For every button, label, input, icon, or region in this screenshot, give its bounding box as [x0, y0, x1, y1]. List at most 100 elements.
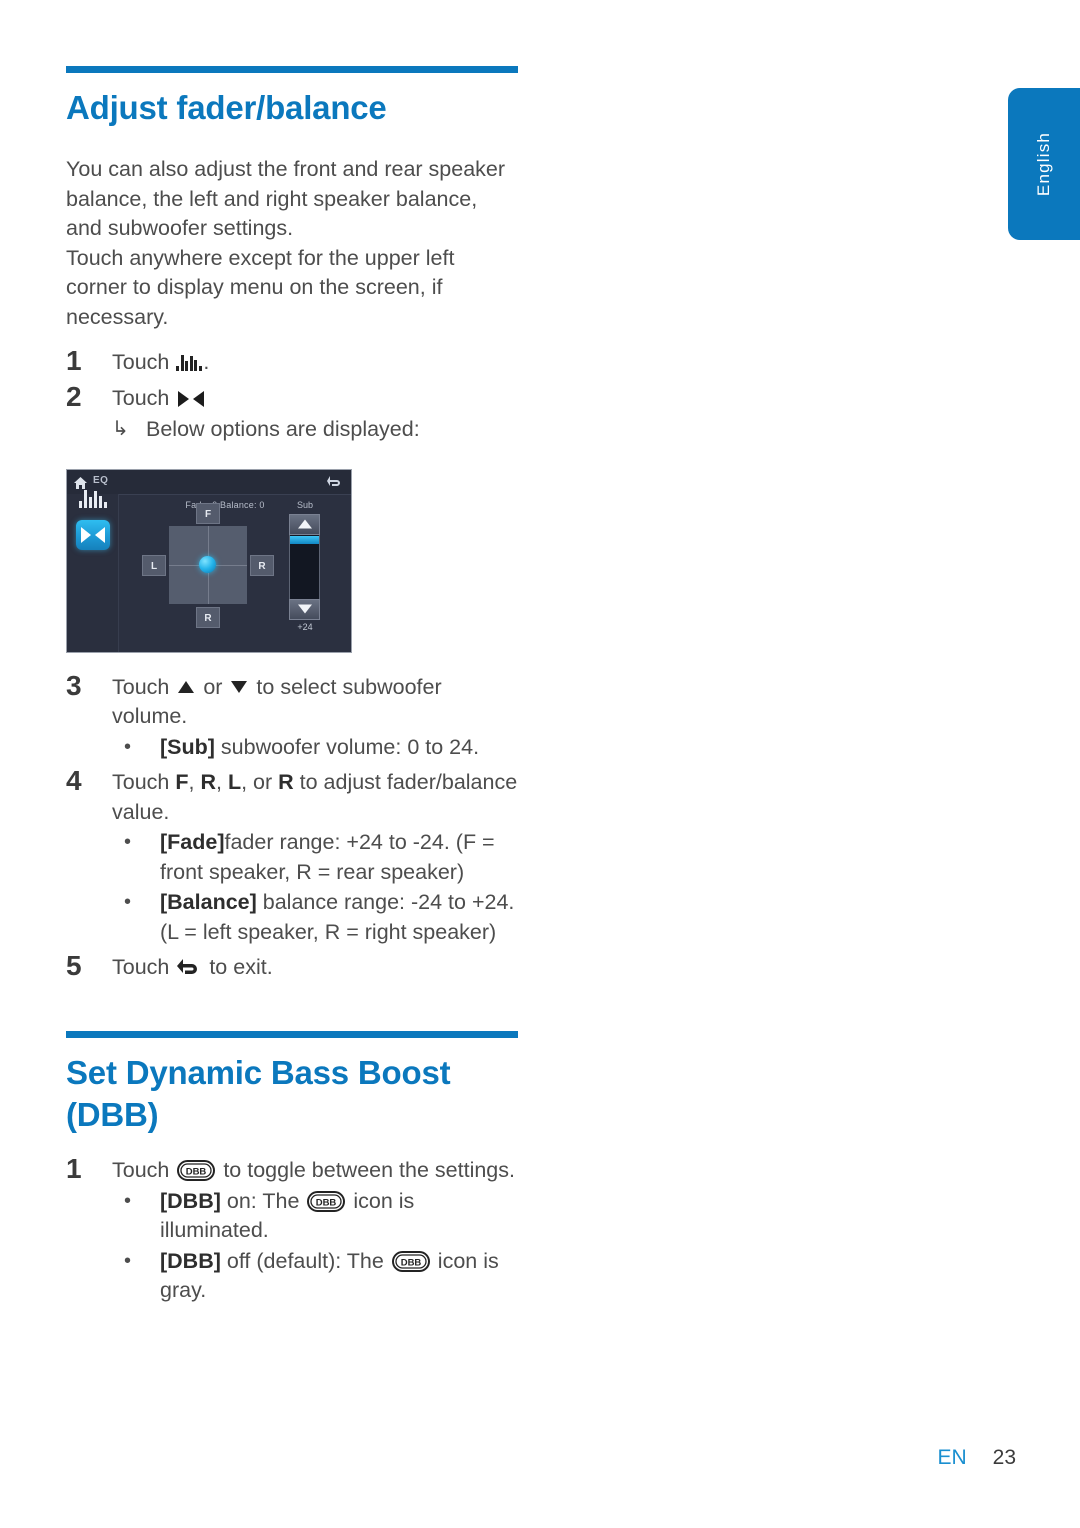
step-2-number: 2 — [66, 380, 82, 412]
dbb-step-1-text: Touch DBB to toggle between the settings… — [112, 1154, 518, 1186]
device-left-button[interactable]: L — [142, 554, 166, 576]
bullet-fade-range-text: [Fade]fader range: +24 to -24. (F = fron… — [160, 828, 518, 887]
bullet-dbb-off-label: [DBB] — [160, 1248, 221, 1273]
step-4-text: Touch F, R, L, or R to adjust fader/bala… — [112, 770, 518, 824]
dbb-step-1-number: 1 — [66, 1153, 82, 1185]
intro-paragraph: You can also adjust the front and rear s… — [66, 155, 518, 332]
step-4: 4 Touch F, R, L, or R to adjust fader/ba… — [66, 766, 518, 827]
step-1-text: Touch . — [112, 346, 518, 378]
step-3-prefix: Touch — [112, 674, 176, 699]
subnote-arrow-icon: ↳ — [112, 418, 129, 441]
bullet-dot: • — [124, 831, 132, 854]
section-rule-2 — [66, 1030, 518, 1038]
bullet-dot: • — [124, 1249, 132, 1272]
section-rule-1 — [66, 66, 518, 73]
bullet-sub-range-text: [Sub] subwoofer volume: 0 to 24. — [160, 733, 518, 763]
steps-list-fader: 1 Touch . 2 Touch ↳ Below options are di… — [66, 346, 518, 983]
bullet-dbb-on-label: [DBB] — [160, 1188, 221, 1213]
bullet-sub-range: • [Sub] subwoofer volume: 0 to 24. — [112, 733, 518, 763]
bullet-sub-label: [Sub] — [160, 734, 215, 759]
step-4-bullets: • [Fade]fader range: +24 to -24. (F = fr… — [66, 828, 518, 947]
bullet-balance-range: • [Balance] balance range: -24 to +24. (… — [112, 888, 518, 947]
svg-text:DBB: DBB — [186, 1167, 207, 1178]
back-arrow-icon — [177, 956, 201, 975]
step-3-text: Touch or to select subwoofer volume. — [112, 671, 518, 732]
dbb-icon: DBB — [391, 1250, 430, 1272]
language-tab-label: English — [1034, 131, 1053, 197]
bullet-dbb-on-a: on: The — [220, 1188, 306, 1213]
device-sub-slider-fill — [290, 535, 319, 544]
device-fader-balance-button[interactable] — [76, 519, 110, 550]
bullet-dbb-on-text: [DBB] on: The DBB icon is illuminated. — [160, 1187, 518, 1246]
home-icon[interactable] — [74, 476, 87, 489]
bullet-balance-label: [Balance] — [160, 890, 257, 915]
step-2-text: Touch — [112, 382, 518, 414]
svg-text:DBB: DBB — [316, 1197, 337, 1208]
bullet-dbb-on: • [DBB] on: The DBB icon is illuminated. — [112, 1187, 518, 1246]
device-rear-button[interactable]: R — [196, 606, 220, 628]
step-3-number: 3 — [66, 669, 82, 701]
device-sub-value: +24 — [297, 621, 313, 632]
step-3: 3 Touch or to select subwoofer volume. — [66, 669, 518, 732]
device-eq-bars-icon[interactable] — [79, 488, 107, 508]
dbb-icon: DBB — [177, 1160, 216, 1182]
dbb-icon: DBB — [307, 1190, 346, 1212]
bullet-fade-label: [Fade] — [160, 830, 225, 855]
step-2-subnote: ↳ Below options are displayed: — [66, 415, 518, 445]
bullet-balance-range-text: [Balance] balance range: -24 to +24. (L … — [160, 888, 518, 947]
step-3-mid: or — [197, 674, 229, 699]
dbb-step-1-suffix: to toggle between the settings. — [217, 1158, 515, 1183]
dbb-step-1-prefix: Touch — [112, 1158, 176, 1183]
device-sub-up-button[interactable] — [289, 513, 320, 535]
step-3-bullets: • [Sub] subwoofer volume: 0 to 24. — [66, 733, 518, 763]
step-4-prefix: Touch — [112, 770, 176, 795]
footer-page-number: 23 — [992, 1446, 1016, 1469]
device-left-rail — [67, 493, 119, 652]
triangle-down-icon — [297, 604, 312, 614]
footer-language-code: EN — [937, 1446, 967, 1469]
step-1-number: 1 — [66, 345, 82, 377]
svg-text:DBB: DBB — [401, 1257, 422, 1268]
device-right-button[interactable]: R — [250, 554, 274, 576]
bullet-dbb-off-text: [DBB] off (default): The DBB icon is gra… — [160, 1247, 518, 1306]
dbb-step-1: 1 Touch DBB to toggle between the settin… — [66, 1154, 518, 1186]
step-1: 1 Touch . — [66, 346, 518, 378]
triangle-down-icon — [231, 680, 248, 693]
bullet-sub-body: subwoofer volume: 0 to 24. — [214, 734, 480, 759]
intro-line-2: Touch anywhere except for the upper left… — [66, 245, 455, 329]
step-5-prefix: Touch — [112, 955, 176, 980]
step-4-key-r2: R — [278, 770, 294, 795]
triangle-up-icon — [178, 680, 195, 693]
bullet-dot: • — [124, 891, 132, 914]
device-front-button[interactable]: F — [196, 502, 220, 524]
device-sub-label: Sub — [296, 499, 313, 510]
step-4-key-f: F — [175, 770, 189, 795]
step-4-key-l: L — [227, 770, 242, 795]
device-menu-label: EQ — [93, 474, 109, 486]
bullet-dbb-off-a: off (default): The — [220, 1248, 390, 1273]
step-4-number: 4 — [66, 765, 82, 797]
bullet-dot: • — [124, 735, 132, 758]
step-5-text: Touch to exit. — [112, 951, 518, 983]
device-screenshot: EQ Fade: 0 Balance: 0 Sub F L R R +24 — [66, 468, 352, 653]
step-5-number: 5 — [66, 950, 82, 982]
page-title-adjust-fader-balance: Adjust fader/balance — [66, 89, 387, 126]
step-2-prefix: Touch — [112, 385, 176, 410]
device-back-icon[interactable] — [327, 475, 342, 488]
steps-list-dbb: 1 Touch DBB to toggle between the settin… — [66, 1154, 518, 1306]
step-2: 2 Touch — [66, 380, 518, 414]
step-5-suffix: to exit. — [203, 955, 273, 980]
bullet-fade-range: • [Fade]fader range: +24 to -24. (F = fr… — [112, 828, 518, 887]
device-sub-down-button[interactable] — [289, 598, 320, 620]
fader-balance-icon — [176, 387, 206, 407]
language-tab: English — [1008, 88, 1080, 240]
step-5: 5 Touch to exit. — [66, 951, 518, 983]
device-fader-knob[interactable] — [199, 555, 216, 573]
bullet-dbb-off: • [DBB] off (default): The DBB icon is g… — [112, 1247, 518, 1306]
step-1-prefix: Touch — [112, 350, 176, 375]
page-title-set-dynamic-bass-boost: Set Dynamic Bass Boost (DBB) — [66, 1053, 451, 1133]
intro-line-1: You can also adjust the front and rear s… — [66, 157, 506, 241]
page-footer: EN 23 — [0, 1446, 1080, 1470]
page-content: Adjust fader/balance You can also adjust… — [66, 0, 518, 1306]
eq-bars-icon — [176, 354, 202, 372]
